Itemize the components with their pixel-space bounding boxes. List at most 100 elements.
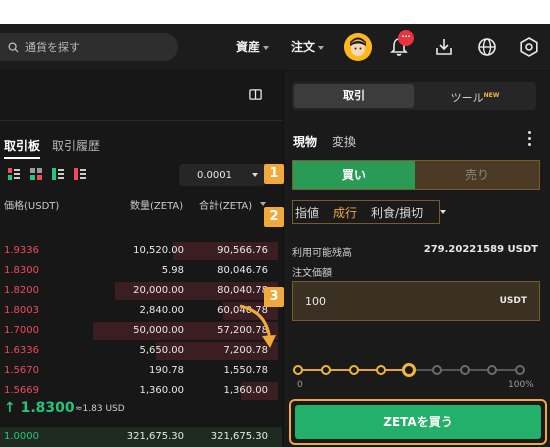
ask-price: 1.8003	[4, 305, 39, 316]
ask-qty: 20,000.00	[133, 285, 184, 296]
sort-caret-icon	[260, 202, 266, 206]
ask-total: 1,360.00	[223, 385, 268, 396]
ask-qty: 10,520.00	[133, 245, 184, 256]
globe-icon[interactable]	[475, 35, 499, 59]
avatar[interactable]	[344, 33, 372, 61]
gear-icon[interactable]	[517, 35, 541, 59]
ask-price: 1.5669	[4, 385, 39, 396]
bid-row[interactable]: 1.0000 321,675.30 321,675.30	[0, 427, 282, 447]
ask-qty: 5,650.00	[139, 345, 184, 356]
last-price-approx: ≈1.83 USD	[75, 404, 125, 414]
orderbook-tabs: 取引板 取引履歴	[4, 137, 100, 159]
chart-toolbar	[0, 71, 282, 121]
mode-convert[interactable]: 変換	[332, 133, 356, 150]
available-label: 利用可能残高	[292, 248, 352, 259]
chevron-down-icon	[252, 173, 258, 177]
top-header: 資産 注文 ···	[0, 24, 550, 70]
ask-total: 90,566.76	[217, 245, 268, 256]
order-amount-label: 注文価額	[292, 268, 332, 279]
ask-row[interactable]: 1.5669 1,360.00 1,360.00	[0, 381, 282, 401]
precision-value: 0.0001	[197, 169, 232, 181]
tab-trade[interactable]: 取引	[294, 84, 414, 108]
slider-step[interactable]	[515, 365, 525, 375]
book-icon[interactable]	[249, 88, 262, 101]
available-value: 279.20221589 USDT	[423, 244, 538, 255]
slider-step[interactable]	[376, 365, 387, 375]
tab-tools-label: ツール	[450, 91, 484, 105]
sell-tab[interactable]: 売り	[415, 161, 539, 189]
order-type-market[interactable]: 成行	[333, 204, 357, 221]
search-box[interactable]	[0, 33, 178, 61]
nav-orders-label: 注文	[291, 40, 316, 54]
chevron-down-icon	[318, 45, 325, 50]
order-type-limit[interactable]: 指値	[295, 204, 319, 221]
chevron-down-icon[interactable]	[440, 210, 446, 214]
ask-row[interactable]: 1.9336 10,520.00 90,566.76	[0, 241, 282, 261]
buy-tab[interactable]: 買い	[293, 161, 415, 189]
notification-badge: ···	[398, 30, 414, 46]
ask-price: 1.5670	[4, 365, 39, 376]
tab-orderbook[interactable]: 取引板	[4, 137, 41, 159]
bid-total: 321,675.30	[210, 431, 268, 442]
app-frame: 資産 注文 ··· 取引板 取引履歴 0.0001 価格(USDT) 数	[0, 24, 550, 447]
amount-slider[interactable]	[293, 363, 525, 377]
chevron-down-icon	[263, 45, 270, 50]
tab-trade-history[interactable]: 取引履歴	[52, 137, 100, 159]
col-total: 合計(ZETA)	[199, 201, 253, 212]
ask-qty: 190.78	[149, 365, 184, 376]
layout-bids-icon[interactable]	[52, 168, 64, 180]
col-price: 価格(USDT)	[4, 201, 60, 212]
ask-price: 1.8200	[4, 285, 39, 296]
slider-step[interactable]	[487, 365, 498, 375]
callout-1: 1	[264, 164, 284, 184]
buy-sell-toggle: 買い 売り	[292, 160, 540, 190]
ask-row[interactable]: 1.5670 190.78 1,550.78	[0, 361, 282, 381]
bid-qty: 321,675.30	[126, 431, 184, 442]
last-price: ↑ 1.8300	[4, 400, 75, 416]
trade-panel: 取引 ツールNEW 現物 変換 買い 売り 指値 成行 利食/損切 利用可能残高…	[284, 71, 550, 447]
slider-step[interactable]	[293, 365, 303, 375]
slider-step[interactable]	[459, 365, 470, 375]
buy-button-highlight: ZETAを買う	[289, 399, 547, 445]
order-amount-unit: USDT	[499, 296, 527, 306]
layout-split-icon[interactable]	[30, 168, 42, 180]
ask-row[interactable]: 1.8300 5.98 80,046.76	[0, 261, 282, 281]
slider-min-label: 0	[297, 380, 303, 390]
more-menu-icon[interactable]	[528, 131, 532, 149]
search-input[interactable]	[25, 40, 165, 54]
mode-spot[interactable]: 現物	[293, 133, 317, 150]
order-amount-field[interactable]: USDT	[292, 281, 540, 321]
order-type-tpsl[interactable]: 利食/損切	[371, 204, 423, 221]
new-badge: NEW	[483, 92, 500, 99]
ask-qty: 1,360.00	[139, 385, 184, 396]
slider-thumb[interactable]	[402, 363, 416, 377]
order-type-selector: 指値 成行 利食/損切	[292, 200, 440, 224]
ask-row[interactable]: 1.8200 20,000.00 80,040.78	[0, 281, 282, 301]
bid-price: 1.0000	[4, 431, 39, 442]
slider-step[interactable]	[348, 365, 359, 375]
pointer-arrow-icon	[239, 304, 276, 348]
ask-total: 80,046.76	[217, 265, 268, 276]
order-amount-input[interactable]	[305, 294, 465, 308]
nav-assets[interactable]: 資産	[236, 38, 270, 55]
ask-price: 1.8300	[4, 265, 39, 276]
book-layout-switcher	[8, 168, 86, 180]
search-icon	[8, 41, 19, 53]
nav-orders[interactable]: 注文	[291, 38, 325, 55]
ask-qty: 50,000.00	[133, 325, 184, 336]
layout-asks-icon[interactable]	[74, 168, 86, 180]
tab-tools[interactable]: ツールNEW	[416, 84, 534, 108]
callout-2: 2	[264, 207, 284, 227]
ask-price: 1.7000	[4, 325, 39, 336]
precision-select[interactable]: 0.0001	[179, 164, 265, 186]
ask-qty: 5.98	[161, 265, 184, 276]
trade-tabbar: 取引 ツールNEW	[292, 82, 536, 110]
ask-total: 1,550.78	[223, 365, 268, 376]
download-icon[interactable]	[432, 35, 456, 59]
slider-step[interactable]	[320, 365, 331, 375]
buy-submit-button[interactable]: ZETAを買う	[295, 405, 541, 439]
ask-total: 80,040.78	[217, 285, 268, 296]
layout-both-icon[interactable]	[8, 168, 20, 180]
slider-step[interactable]	[431, 365, 442, 375]
col-qty: 数量(ZETA)	[130, 201, 184, 212]
